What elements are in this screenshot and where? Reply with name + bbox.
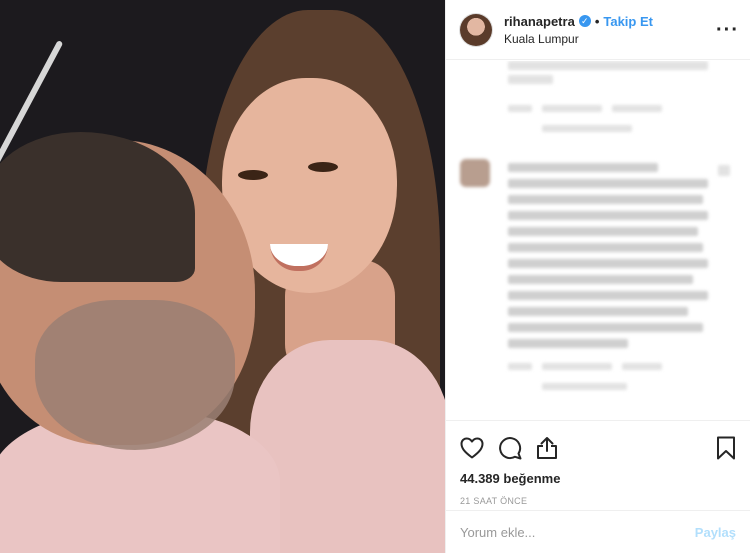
likes-count[interactable]: 44.389 beğenme	[460, 471, 736, 486]
blurred-comment-line	[508, 163, 658, 172]
post-timestamp[interactable]: 21 SAAT ÖNCE	[460, 496, 736, 506]
more-options-icon[interactable]: ···	[716, 20, 738, 40]
separator-dot: •	[594, 13, 600, 29]
blurred-comment-line	[508, 259, 708, 268]
post-header: rihanapetra ✓ • Takip Et Kuala Lumpur ··…	[446, 0, 750, 60]
avatar[interactable]	[460, 13, 492, 46]
blurred-comment-line	[508, 211, 708, 220]
instagram-post: rihanapetra ✓ • Takip Et Kuala Lumpur ··…	[0, 0, 750, 553]
blurred-comment-meta	[622, 363, 662, 370]
blurred-comment-meta	[542, 363, 612, 370]
follow-button[interactable]: Takip Et	[603, 14, 653, 29]
blurred-comment-line	[508, 195, 703, 204]
action-icons	[460, 431, 736, 465]
header-text: rihanapetra ✓ • Takip Et Kuala Lumpur	[504, 14, 716, 46]
blurred-comment-line	[508, 61, 708, 70]
photo-beard-man	[35, 300, 235, 450]
photo-eye-right	[308, 162, 338, 172]
share-icon[interactable]	[536, 436, 558, 460]
post-photo[interactable]	[0, 0, 445, 553]
blurred-comment-line	[508, 323, 703, 332]
heart-icon[interactable]	[460, 437, 484, 459]
blurred-comment-line	[508, 339, 628, 348]
add-comment-bar: Yorum ekle... Paylaş	[446, 510, 750, 553]
blurred-comment-line	[508, 307, 688, 316]
post-side-panel: rihanapetra ✓ • Takip Et Kuala Lumpur ··…	[445, 0, 750, 553]
blurred-comment-meta	[612, 105, 662, 112]
verified-badge-icon: ✓	[578, 15, 591, 27]
post-comment-button[interactable]: Paylaş	[695, 525, 736, 540]
comment-icon[interactable]	[498, 436, 522, 460]
blurred-comment-reply	[542, 383, 627, 390]
blurred-comment-line	[508, 275, 693, 284]
blurred-commenter-avatar	[460, 159, 490, 187]
bookmark-icon[interactable]	[716, 436, 736, 460]
comments-area-blurred	[446, 61, 750, 419]
blurred-comment-line	[508, 227, 698, 236]
blurred-like-icon	[718, 165, 730, 176]
blurred-comment-meta	[508, 363, 532, 370]
location-link[interactable]: Kuala Lumpur	[504, 32, 716, 46]
blurred-comment-line	[508, 291, 708, 300]
post-actions: 44.389 beğenme 21 SAAT ÖNCE	[446, 420, 750, 506]
photo-eye-left	[238, 170, 268, 180]
username-link[interactable]: rihanapetra	[504, 14, 575, 29]
comment-input[interactable]: Yorum ekle...	[460, 525, 695, 540]
blurred-comment-line	[508, 75, 553, 84]
blurred-comment-reply	[542, 125, 632, 132]
blurred-comment-line	[508, 243, 703, 252]
header-line: rihanapetra ✓ • Takip Et	[504, 14, 716, 29]
blurred-comment-line	[508, 179, 708, 188]
blurred-comment-meta	[542, 105, 602, 112]
blurred-comment-meta	[508, 105, 532, 112]
